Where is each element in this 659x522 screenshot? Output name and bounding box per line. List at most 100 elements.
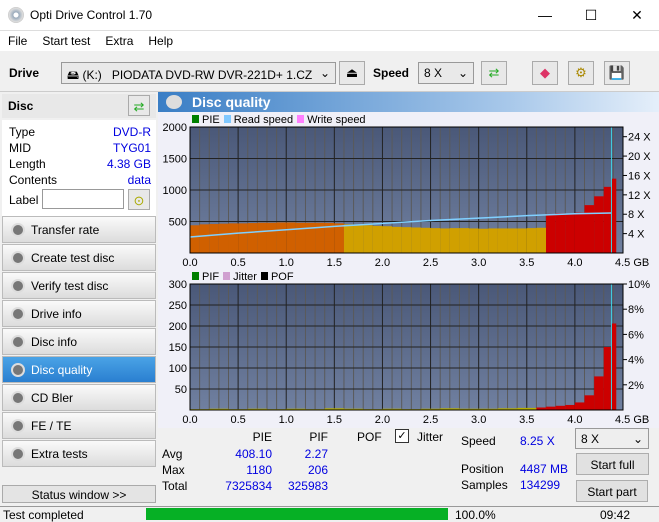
nav-disc-info[interactable]: Disc info: [2, 328, 156, 355]
y-tick-label: 1500: [163, 154, 187, 166]
y2-tick-label: 4%: [628, 355, 644, 367]
disc-refresh-button[interactable]: ⇄: [128, 95, 150, 116]
nav-fe-te[interactable]: FE / TE: [2, 412, 156, 439]
col-pie: PIE: [252, 430, 272, 444]
pie-bar: [611, 323, 617, 410]
app-disc-icon: [8, 7, 24, 23]
menu-start-test[interactable]: Start test: [34, 31, 97, 48]
drive-select[interactable]: 🖴 (K:) PIODATA DVD-RW DVR-221D+ 1.CZ ⌄: [61, 62, 336, 84]
refresh-button[interactable]: ⇄: [481, 61, 507, 85]
pie-bar: [584, 395, 595, 410]
chevron-down-icon: ⌄: [319, 66, 330, 80]
stat-pif: 206: [307, 463, 328, 477]
disc-icon: [11, 307, 25, 321]
drive-label: Drive: [9, 66, 40, 80]
label-key: Label: [9, 193, 39, 207]
disc-icon: [11, 335, 25, 349]
menu-extra[interactable]: Extra: [97, 31, 140, 48]
chevron-down-icon: ⌄: [457, 66, 468, 80]
disc-icon: [11, 223, 25, 237]
x-tick-label: 0.5: [230, 257, 245, 269]
nav-cd-bler[interactable]: CD Bler: [2, 384, 156, 411]
pie-bar: [238, 223, 248, 253]
x-tick-label: 4.0: [567, 257, 582, 269]
x-tick-label: 3.0: [471, 414, 486, 426]
pie-bar: [228, 223, 239, 253]
pie-bar: [546, 406, 556, 410]
pie-bar: [353, 224, 364, 253]
pie-bar: [497, 228, 508, 253]
x-tick-label: 1.5: [327, 257, 342, 269]
start-part-button[interactable]: Start part: [576, 480, 648, 502]
pie-bar: [190, 225, 200, 253]
disc-contents-value: data: [127, 173, 151, 187]
pie-bar: [574, 212, 585, 253]
toolbar: Drive 🖴 (K:) PIODATA DVD-RW DVR-221D+ 1.…: [0, 52, 659, 92]
label-apply-button[interactable]: ⊙: [128, 189, 150, 210]
start-full-button[interactable]: Start full: [576, 453, 649, 475]
pie-bar: [420, 227, 431, 253]
chevron-down-icon: ⌄: [632, 432, 643, 446]
nav-label: Transfer rate: [31, 223, 100, 237]
y-tick-label: 500: [169, 217, 187, 229]
pie-bar: [257, 222, 267, 253]
samples-label: Samples: [461, 478, 508, 492]
disc-mid-label: MID: [9, 141, 31, 155]
position-label: Position: [461, 462, 504, 476]
pie-bar: [574, 402, 585, 410]
x-tick-label: 2.5: [423, 257, 438, 269]
erase-button[interactable]: ◆: [532, 61, 558, 85]
pie-bar: [555, 405, 566, 410]
x-tick-label: 3.0: [471, 257, 486, 269]
pie-bar: [430, 228, 441, 253]
nav-label: FE / TE: [31, 419, 72, 433]
pie-bar: [440, 228, 450, 253]
pie-bar: [546, 213, 556, 253]
disc-type-value: DVD-R: [113, 125, 151, 139]
test-speed-select[interactable]: 8 X ⌄: [575, 428, 649, 449]
speed-select[interactable]: 8 X ⌄: [418, 62, 474, 84]
stat-pie: 408.10: [235, 447, 272, 461]
nav-drive-info[interactable]: Drive info: [2, 300, 156, 327]
nav-create-test-disc[interactable]: Create test disc: [2, 244, 156, 271]
pie-bar: [199, 224, 210, 253]
nav-extra-tests[interactable]: Extra tests: [2, 440, 156, 467]
speed-label: Speed: [373, 66, 410, 80]
y2-tick-label: 16 X: [628, 170, 651, 182]
label-input[interactable]: [42, 189, 124, 209]
nav-label: Extra tests: [31, 447, 88, 461]
save-button[interactable]: 💾: [604, 61, 630, 85]
disc-icon: [11, 391, 25, 405]
pie-bar: [392, 226, 402, 253]
window-title: Opti Drive Control 1.70: [30, 8, 153, 22]
status-window-button[interactable]: Status window >>: [2, 485, 156, 503]
jitter-checkbox[interactable]: ✓: [395, 429, 409, 443]
pie-bar: [603, 347, 612, 410]
maximize-button[interactable]: ☐: [568, 0, 614, 31]
menu-file[interactable]: File: [0, 31, 34, 48]
pie-bar: [266, 222, 277, 253]
settings-button[interactable]: ⚙: [568, 61, 594, 85]
y2-tick-label: 6%: [628, 329, 644, 341]
nav-disc-quality[interactable]: Disc quality: [2, 356, 156, 383]
y2-tick-label: 24 X: [628, 132, 651, 144]
close-button[interactable]: ✕: [614, 0, 659, 31]
nav-label: Create test disc: [31, 251, 115, 265]
disc-type-label: Type: [9, 125, 36, 139]
minimize-button[interactable]: —: [522, 0, 568, 31]
nav-label: Disc quality: [31, 363, 93, 377]
pie-bar: [584, 205, 595, 253]
speed-value: 8 X: [424, 66, 443, 80]
nav-verify-test-disc[interactable]: Verify test disc: [2, 272, 156, 299]
progress-bar: [146, 508, 448, 520]
y-tick-label: 200: [169, 321, 187, 333]
x-tick-label: 2.5: [423, 414, 438, 426]
eject-button[interactable]: ⏏: [339, 61, 365, 85]
x-tick-label: 1.0: [279, 257, 294, 269]
disc-length-value: 4.38 GB: [106, 157, 151, 171]
x-tick-label: 0.0: [182, 414, 197, 426]
menu-help[interactable]: Help: [140, 31, 180, 48]
pie-bar: [555, 213, 566, 253]
pie-bar: [565, 213, 575, 253]
nav-transfer-rate[interactable]: Transfer rate: [2, 216, 156, 243]
